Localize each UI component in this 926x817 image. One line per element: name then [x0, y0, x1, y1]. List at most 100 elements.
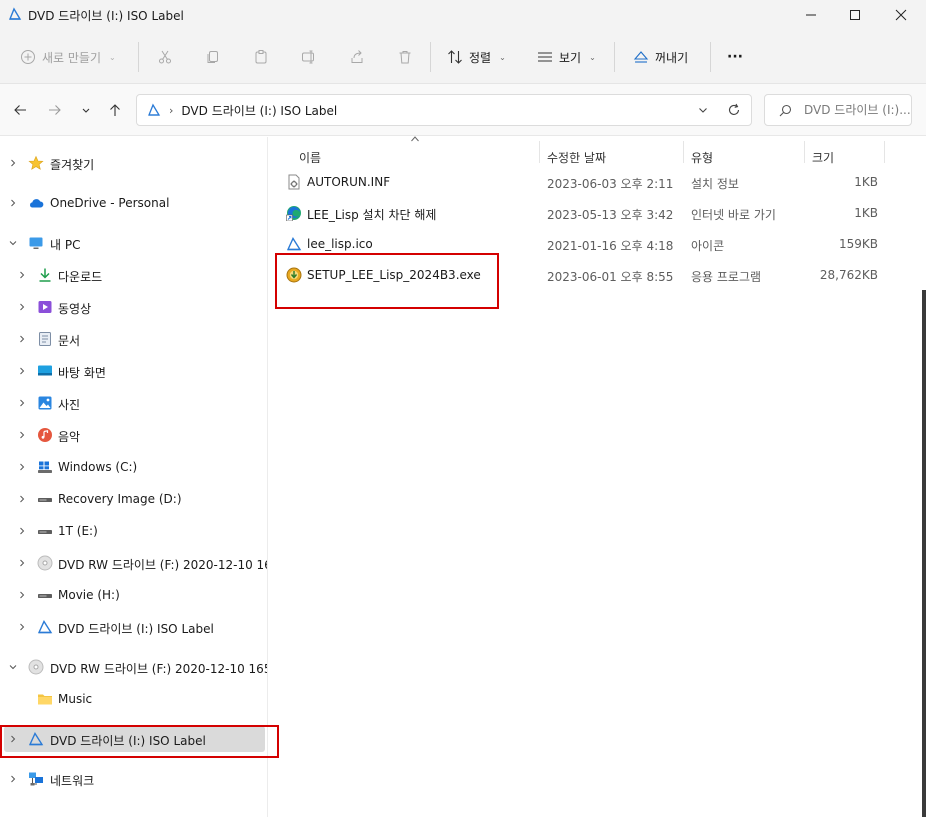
chevron-right-icon[interactable] [17, 494, 27, 504]
column-header-type[interactable]: 유형 [691, 149, 713, 166]
chevron-down-icon[interactable] [8, 662, 18, 672]
sidebar-item-this-pc[interactable]: 내 PC [0, 230, 268, 256]
column-divider[interactable] [539, 141, 540, 163]
sidebar-item-label: 즐겨찾기 [50, 158, 95, 172]
column-header-size[interactable]: 크기 [812, 149, 834, 166]
close-button[interactable] [878, 0, 924, 30]
chevron-right-icon[interactable] [8, 158, 18, 168]
chevron-right-icon[interactable] [17, 590, 27, 600]
view-button[interactable]: 보기 ⌄ [537, 44, 596, 70]
eject-button[interactable]: 꺼내기 [633, 44, 688, 70]
column-divider[interactable] [884, 141, 885, 163]
sidebar-item-drive-c[interactable]: Windows (C:) [0, 454, 268, 480]
back-button[interactable] [9, 100, 31, 120]
more-options-button[interactable]: ··· [727, 44, 743, 70]
sidebar-item-label: 내 PC [50, 238, 81, 252]
recent-locations-button[interactable] [75, 100, 97, 120]
sidebar-item-downloads[interactable]: 다운로드 [0, 262, 268, 288]
breadcrumb-current[interactable]: DVD 드라이브 (I:) ISO Label [181, 102, 337, 119]
network-icon [29, 772, 43, 786]
close-icon [895, 9, 907, 21]
sidebar-item-network[interactable]: 네트워크 [0, 766, 268, 792]
chevron-down-icon: ⌄ [109, 52, 116, 62]
refresh-icon[interactable] [727, 103, 741, 117]
column-header-date[interactable]: 수정한 날짜 [547, 149, 606, 166]
arrow-right-icon [49, 105, 61, 115]
chevron-right-icon[interactable] [17, 398, 27, 408]
drive-icon [38, 594, 52, 598]
chevron-right-icon[interactable] [8, 198, 18, 208]
command-bar: 새로 만들기 ⌄ 정렬 ⌄ 보기 ⌄ 꺼내기 ··· [0, 30, 926, 84]
file-date: 2023-06-03 오후 2:11 [547, 177, 674, 191]
sidebar-item-label: 문서 [58, 334, 81, 348]
column-divider[interactable] [683, 141, 684, 163]
sidebar-item-label: 동영상 [58, 302, 92, 316]
file-type: 아이콘 [691, 239, 725, 253]
chevron-right-icon[interactable] [17, 462, 27, 472]
sidebar-item-dvd-rw-root[interactable]: DVD RW 드라이브 (F:) 2020-12-10 165 [0, 654, 268, 680]
sidebar-item-drive-h[interactable]: Movie (H:) [0, 582, 268, 608]
forward-button[interactable] [44, 100, 66, 120]
sidebar-item-music[interactable]: 음악 [0, 422, 268, 448]
file-row[interactable]: AUTORUN.INF 2023-06-03 오후 2:11 설치 정보 1KB [268, 168, 926, 196]
ico-file-icon [286, 237, 302, 251]
paste-button[interactable] [253, 44, 269, 70]
search-box[interactable] [764, 94, 912, 126]
sidebar-item-drive-i[interactable]: DVD 드라이브 (I:) ISO Label [0, 614, 268, 640]
up-button[interactable] [104, 100, 126, 120]
column-header-name[interactable]: 이름 [299, 149, 321, 166]
toolbar-divider [710, 42, 711, 72]
sidebar-item-videos[interactable]: 동영상 [0, 294, 268, 320]
file-row[interactable]: LEE_Lisp 설치 차단 해제 2023-05-13 오후 3:42 인터넷… [268, 199, 926, 227]
sidebar-item-onedrive[interactable]: OneDrive - Personal [0, 190, 268, 216]
chevron-right-icon[interactable] [17, 334, 27, 344]
sidebar-item-label: OneDrive - Personal [50, 196, 170, 210]
dvd-drive-icon [148, 103, 161, 116]
sidebar-item-documents[interactable]: 문서 [0, 326, 268, 352]
minimize-button[interactable] [788, 0, 834, 30]
chevron-right-icon[interactable] [17, 558, 27, 568]
breadcrumb-chevron-icon[interactable]: › [169, 104, 173, 117]
sidebar-item-drive-f[interactable]: DVD RW 드라이브 (F:) 2020-12-10 16 [0, 550, 268, 576]
sort-icon [448, 50, 462, 64]
video-icon [38, 301, 52, 313]
chevron-right-icon[interactable] [17, 302, 27, 312]
chevron-down-icon[interactable] [8, 238, 18, 248]
chevron-right-icon[interactable] [8, 774, 18, 784]
sidebar-item-desktop[interactable]: 바탕 화면 [0, 358, 268, 384]
chevron-right-icon[interactable] [17, 526, 27, 536]
sidebar-item-label: 다운로드 [58, 270, 103, 284]
chevron-right-icon[interactable] [17, 430, 27, 440]
sidebar-item-pictures[interactable]: 사진 [0, 390, 268, 416]
search-icon [779, 104, 792, 116]
delete-button[interactable] [397, 44, 413, 70]
toolbar-divider [138, 42, 139, 72]
chevron-right-icon[interactable] [17, 270, 27, 280]
cut-button[interactable] [157, 44, 173, 70]
sort-button[interactable]: 정렬 ⌄ [447, 44, 506, 70]
rename-button[interactable] [301, 44, 317, 70]
chevron-right-icon[interactable] [17, 622, 27, 632]
search-input[interactable] [804, 103, 911, 117]
column-divider[interactable] [804, 141, 805, 163]
file-name: LEE_Lisp 설치 차단 해제 [307, 208, 437, 222]
new-button[interactable]: 새로 만들기 ⌄ [20, 44, 116, 70]
disc-icon [37, 555, 53, 571]
chevron-right-icon[interactable] [17, 366, 27, 376]
maximize-icon [850, 10, 860, 20]
sidebar-item-label: DVD RW 드라이브 (F:) 2020-12-10 16 [58, 558, 268, 572]
share-button[interactable] [349, 44, 365, 70]
arrow-up-icon [110, 104, 120, 116]
maximize-button[interactable] [832, 0, 878, 30]
sidebar-item-drive-d[interactable]: Recovery Image (D:) [0, 486, 268, 512]
copy-icon [207, 51, 218, 63]
copy-button[interactable] [205, 44, 221, 70]
highlight-box-dvd-drive [0, 725, 279, 758]
address-bar[interactable]: › DVD 드라이브 (I:) ISO Label [136, 94, 752, 126]
sidebar-item-music-folder[interactable]: Music [0, 686, 268, 712]
chevron-down-icon[interactable] [697, 104, 709, 116]
sidebar-item-favorites[interactable]: 즐겨찾기 [0, 150, 268, 176]
sidebar-item-label: 사진 [58, 398, 81, 412]
sidebar-item-drive-e[interactable]: 1T (E:) [0, 518, 268, 544]
more-label: ··· [727, 49, 743, 65]
